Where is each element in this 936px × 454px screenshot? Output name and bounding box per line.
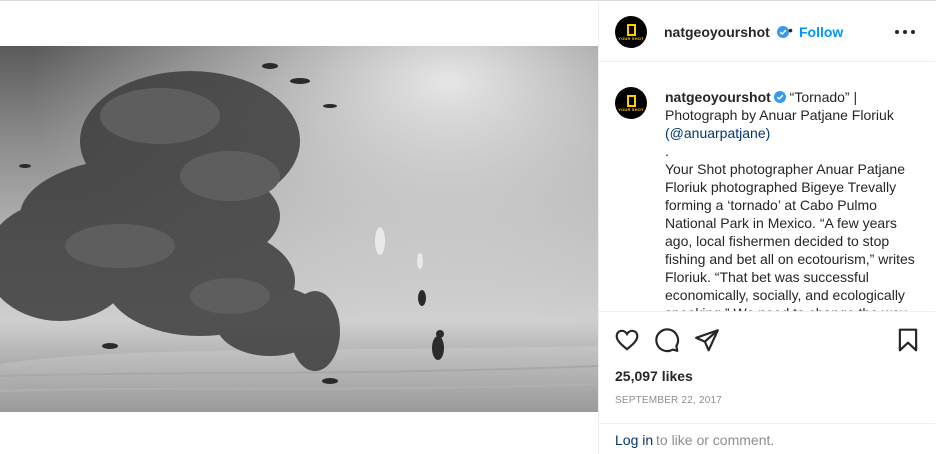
profile-avatar[interactable]: YOUR SHOT	[615, 16, 647, 48]
more-options-icon[interactable]	[895, 24, 915, 40]
action-bar	[599, 313, 935, 361]
likes-count[interactable]: 25,097 likes	[615, 368, 693, 384]
follow-button[interactable]: Follow	[799, 24, 843, 40]
avatar-logo-text: YOUR SHOT	[618, 35, 644, 41]
post-sidebar: YOUR SHOT natgeoyourshot • Follow YOUR S…	[598, 2, 936, 454]
caption-dot: .	[665, 143, 669, 159]
header-username-text: natgeoyourshot	[664, 24, 770, 40]
caption-username[interactable]: natgeoyourshot	[665, 89, 786, 105]
header-username[interactable]: natgeoyourshot	[664, 24, 789, 40]
header-separator: •	[788, 22, 793, 38]
share-icon[interactable]	[694, 327, 720, 353]
heart-icon[interactable]	[614, 327, 640, 353]
post-header: YOUR SHOT natgeoyourshot • Follow	[599, 2, 935, 62]
verified-badge-icon	[773, 91, 786, 103]
caption-avatar[interactable]: YOUR SHOT	[615, 87, 647, 119]
login-link[interactable]: Log in	[615, 432, 653, 448]
verified-badge-icon	[776, 26, 789, 38]
post-media	[0, 2, 598, 454]
natgeo-logo-icon	[626, 94, 636, 107]
fish-tornado-photo	[0, 46, 598, 412]
login-prompt: Log in to like or comment.	[599, 423, 935, 454]
caption-section: YOUR SHOT natgeoyourshot “Tornado” | Pho…	[599, 63, 935, 312]
post-date[interactable]: SEPTEMBER 22, 2017	[615, 395, 722, 406]
login-prompt-text: to like or comment.	[656, 432, 775, 448]
caption-body: Your Shot photographer Anuar Patjane Flo…	[665, 161, 915, 311]
caption-text: natgeoyourshot “Tornado” | Photograph by…	[665, 88, 917, 311]
caption-username-text: natgeoyourshot	[665, 89, 771, 105]
bookmark-icon[interactable]	[895, 327, 921, 353]
caption-mention-link[interactable]: (@anuarpatjane)	[665, 125, 770, 141]
instagram-post: YOUR SHOT natgeoyourshot • Follow YOUR S…	[0, 0, 936, 454]
avatar-logo-text: YOUR SHOT	[618, 106, 644, 112]
natgeo-logo-icon	[626, 23, 636, 36]
comment-icon[interactable]	[654, 327, 680, 353]
post-photo[interactable]	[0, 46, 598, 412]
